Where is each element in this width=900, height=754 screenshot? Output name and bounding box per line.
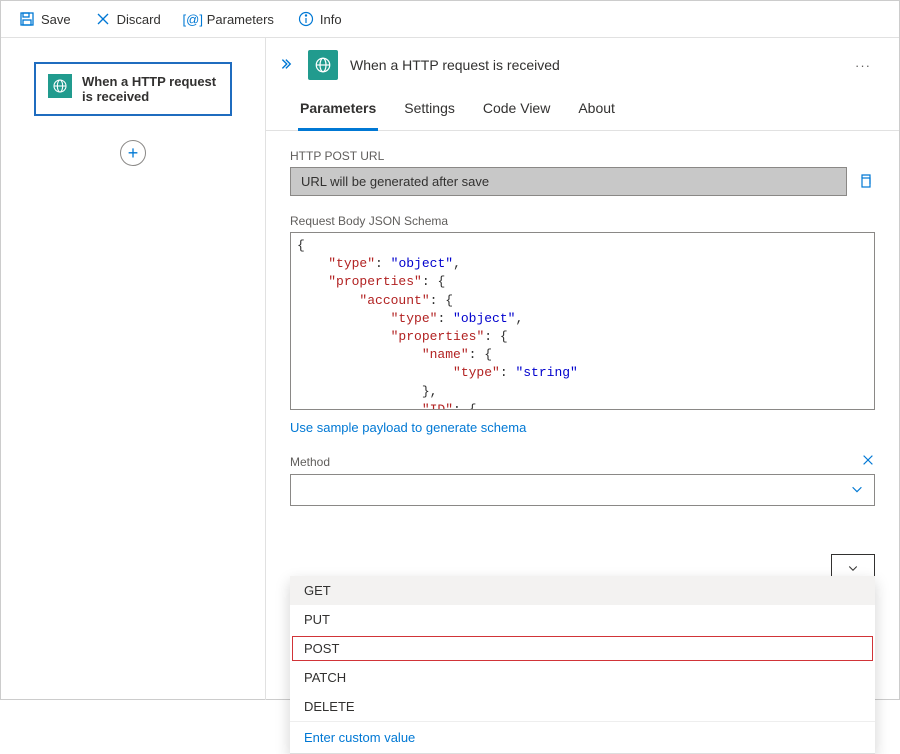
- method-custom-value[interactable]: Enter custom value: [290, 721, 875, 753]
- method-option-patch[interactable]: PATCH: [290, 663, 875, 692]
- command-bar: Save Discard [@] Parameters Info: [1, 1, 899, 38]
- collapse-panel-button[interactable]: [274, 53, 296, 78]
- plus-icon: +: [128, 143, 139, 164]
- method-dropdown[interactable]: [290, 474, 875, 506]
- parameters-button[interactable]: [@] Parameters: [175, 7, 284, 31]
- method-option-get[interactable]: GET: [290, 576, 875, 605]
- main-area: When a HTTP request is received + When a…: [1, 38, 899, 700]
- method-option-delete[interactable]: DELETE: [290, 692, 875, 721]
- method-label: Method: [290, 455, 330, 469]
- info-icon: [298, 11, 314, 27]
- method-option-put[interactable]: PUT: [290, 605, 875, 634]
- parameters-body: HTTP POST URL URL will be generated afte…: [266, 131, 899, 524]
- url-label: HTTP POST URL: [290, 149, 875, 163]
- http-trigger-icon: [308, 50, 338, 80]
- parameters-icon: [@]: [185, 11, 201, 27]
- remove-method-button[interactable]: [861, 453, 875, 470]
- schema-label: Request Body JSON Schema: [290, 214, 875, 228]
- designer-canvas: When a HTTP request is received +: [1, 38, 266, 700]
- use-sample-payload-link[interactable]: Use sample payload to generate schema: [290, 420, 526, 435]
- tab-code-view[interactable]: Code View: [483, 100, 550, 130]
- info-label: Info: [320, 12, 342, 27]
- save-label: Save: [41, 12, 71, 27]
- save-button[interactable]: Save: [9, 7, 81, 31]
- http-post-url-value: URL will be generated after save: [290, 167, 847, 196]
- chevron-down-icon: [847, 562, 859, 577]
- copy-url-button[interactable]: [857, 173, 875, 191]
- detail-tabs: Parameters Settings Code View About: [266, 86, 899, 131]
- tab-parameters[interactable]: Parameters: [300, 100, 376, 130]
- json-schema-input[interactable]: { "type": "object", "properties": { "acc…: [290, 232, 875, 410]
- trigger-title: When a HTTP request is received: [82, 74, 218, 104]
- save-icon: [19, 11, 35, 27]
- add-step-button[interactable]: +: [120, 140, 146, 166]
- trigger-card[interactable]: When a HTTP request is received: [34, 62, 232, 116]
- info-button[interactable]: Info: [288, 7, 352, 31]
- tab-settings[interactable]: Settings: [404, 100, 455, 130]
- parameters-label: Parameters: [207, 12, 274, 27]
- chevron-down-icon: [850, 482, 864, 499]
- close-icon: [95, 11, 111, 27]
- discard-label: Discard: [117, 12, 161, 27]
- method-dropdown-list: GETPUTPOSTPATCHDELETEEnter custom value: [290, 576, 875, 754]
- discard-button[interactable]: Discard: [85, 7, 171, 31]
- more-menu-button[interactable]: ···: [851, 54, 875, 77]
- detail-title: When a HTTP request is received: [350, 57, 839, 73]
- tab-about[interactable]: About: [578, 100, 615, 130]
- detail-panel: When a HTTP request is received ··· Para…: [266, 38, 899, 700]
- detail-header: When a HTTP request is received ···: [266, 50, 899, 86]
- http-trigger-icon: [48, 74, 72, 98]
- method-option-post[interactable]: POST: [290, 634, 875, 663]
